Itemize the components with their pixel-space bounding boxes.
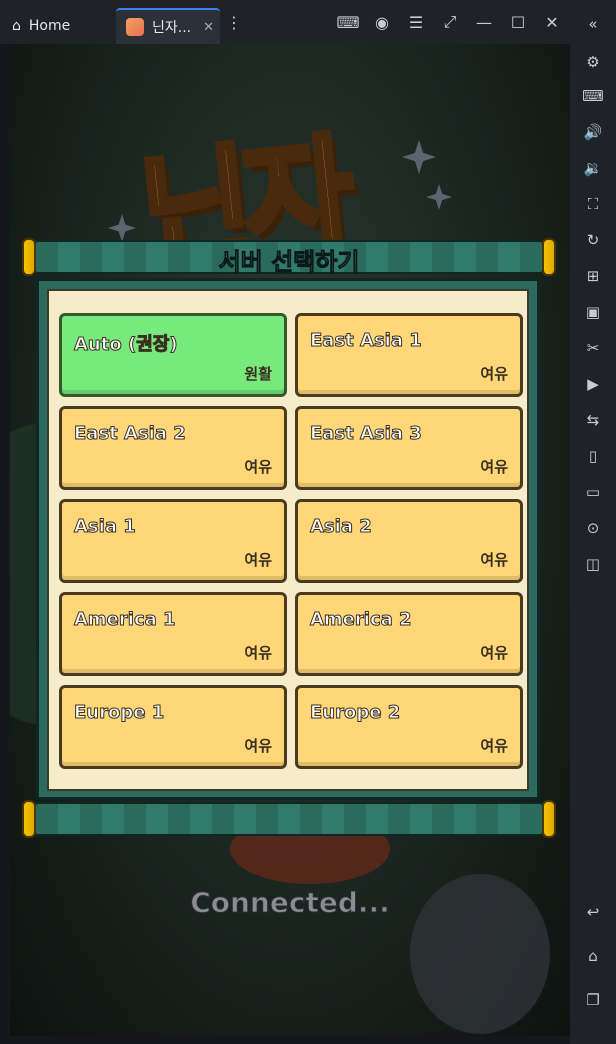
shuriken-icon bbox=[402, 140, 436, 174]
server-name: Europe 2 bbox=[309, 702, 401, 724]
emulator-sidebar: « ⚙ ⌨ 🔊 🔉 ⛶ ↻ ⊞ ▣ ✂ ▶ ⇆ ▯ ▭ ⊙ ◫ ↩ ⌂ ❐ bbox=[570, 0, 616, 1044]
game-screen[interactable]: 닌자 서버 선택하기 Auto (권장) 원활 East Asia 1 여유 E… bbox=[10, 44, 570, 1036]
gamepad-icon[interactable]: ⌨ bbox=[336, 10, 360, 34]
connection-status: Connected... bbox=[190, 886, 391, 920]
server-name: East Asia 2 bbox=[74, 423, 187, 445]
tab-game[interactable]: 닌자... ✕ bbox=[116, 8, 220, 44]
rotate-icon[interactable]: ↻ bbox=[581, 228, 605, 252]
bottom-edge bbox=[0, 1036, 570, 1044]
tab-home[interactable]: ⌂ Home bbox=[12, 8, 92, 44]
transfer-icon[interactable]: ⇆ bbox=[581, 408, 605, 432]
volume-up-icon[interactable]: 🔊 bbox=[581, 120, 605, 144]
location-icon[interactable]: ⊙ bbox=[581, 516, 605, 540]
fullscreen-icon[interactable]: ⛶ bbox=[581, 192, 605, 216]
server-button-east-asia-1[interactable]: East Asia 1 여유 bbox=[295, 313, 523, 397]
apk-icon[interactable]: ▣ bbox=[581, 300, 605, 324]
server-button-asia-2[interactable]: Asia 2 여유 bbox=[295, 499, 523, 583]
tab-home-label: Home bbox=[28, 18, 71, 34]
server-button-east-asia-2[interactable]: East Asia 2 여유 bbox=[59, 406, 287, 490]
server-name: Asia 1 bbox=[74, 516, 137, 538]
banner-bar bbox=[34, 802, 544, 836]
menu-icon[interactable]: ☰ bbox=[404, 10, 428, 34]
banner-cap-right bbox=[542, 800, 556, 838]
server-status: 여유 bbox=[480, 458, 508, 476]
close-window-icon[interactable]: ✕ bbox=[540, 10, 564, 34]
server-name: East Asia 1 bbox=[310, 330, 423, 352]
phone-shake-icon[interactable]: ◫ bbox=[581, 552, 605, 576]
collapse-sidebar-icon[interactable]: « bbox=[581, 12, 605, 36]
server-status: 여유 bbox=[244, 458, 272, 476]
minimize-icon[interactable]: — bbox=[472, 10, 496, 34]
server-name: Auto (권장) bbox=[74, 334, 179, 356]
server-status: 원활 bbox=[244, 365, 272, 383]
scissors-icon[interactable]: ✂ bbox=[581, 336, 605, 360]
media-icon[interactable]: ▶ bbox=[581, 372, 605, 396]
settings-icon[interactable]: ⚙ bbox=[581, 50, 605, 74]
home-icon: ⌂ bbox=[12, 18, 21, 34]
server-name: America 2 bbox=[310, 609, 413, 631]
back-icon[interactable]: ↩ bbox=[581, 900, 605, 924]
maximize-icon[interactable]: ☐ bbox=[506, 10, 530, 34]
emulator-titlebar: ⌂ Home 닌자... ✕ ⋮ ⌨ ◉ ☰ ⤢ — ☐ ✕ bbox=[0, 0, 616, 44]
dialog-title: 서버 선택하기 bbox=[218, 248, 360, 277]
server-status: 여유 bbox=[244, 551, 272, 569]
server-name: Asia 2 bbox=[310, 516, 373, 538]
banner-cap-left bbox=[22, 800, 36, 838]
shake-icon[interactable]: ▯ bbox=[581, 444, 605, 468]
server-name: East Asia 3 bbox=[310, 423, 423, 445]
install-apk-icon[interactable]: ⊞ bbox=[581, 264, 605, 288]
server-select-panel: Auto (권장) 원활 East Asia 1 여유 East Asia 2 … bbox=[36, 278, 540, 800]
server-button-america-1[interactable]: America 1 여유 bbox=[59, 592, 287, 676]
home-nav-icon[interactable]: ⌂ bbox=[581, 944, 605, 968]
tab-game-label: 닌자... bbox=[152, 20, 192, 36]
keyboard-icon[interactable]: ⌨ bbox=[581, 84, 605, 108]
server-status: 여유 bbox=[480, 737, 508, 755]
account-icon[interactable]: ◉ bbox=[370, 10, 394, 34]
game-app-icon bbox=[126, 18, 144, 36]
server-button-auto[interactable]: Auto (권장) 원활 bbox=[59, 313, 287, 397]
server-name: America 1 bbox=[74, 609, 177, 631]
server-name: Europe 1 bbox=[73, 702, 165, 724]
server-list: Auto (권장) 원활 East Asia 1 여유 East Asia 2 … bbox=[47, 289, 529, 791]
folder-icon[interactable]: ▭ bbox=[581, 480, 605, 504]
recent-apps-icon[interactable]: ❐ bbox=[581, 988, 605, 1012]
shuriken-icon bbox=[426, 184, 452, 210]
server-button-europe-2[interactable]: Europe 2 여유 bbox=[295, 685, 523, 769]
more-vertical-icon[interactable]: ⋮ bbox=[222, 10, 246, 34]
server-button-europe-1[interactable]: Europe 1 여유 bbox=[59, 685, 287, 769]
server-status: 여유 bbox=[480, 551, 508, 569]
server-button-asia-1[interactable]: Asia 1 여유 bbox=[59, 499, 287, 583]
dialog-header-banner: 서버 선택하기 bbox=[22, 238, 556, 277]
server-status: 여유 bbox=[244, 644, 272, 662]
server-status: 여유 bbox=[480, 644, 508, 662]
dialog-footer-banner bbox=[22, 800, 556, 838]
server-button-east-asia-3[interactable]: East Asia 3 여유 bbox=[295, 406, 523, 490]
server-status: 여유 bbox=[480, 365, 508, 383]
server-button-america-2[interactable]: America 2 여유 bbox=[295, 592, 523, 676]
close-tab-icon[interactable]: ✕ bbox=[203, 20, 214, 35]
screenshot-icon[interactable]: ⤢ bbox=[438, 10, 462, 34]
server-status: 여유 bbox=[244, 737, 272, 755]
volume-down-icon[interactable]: 🔉 bbox=[581, 156, 605, 180]
